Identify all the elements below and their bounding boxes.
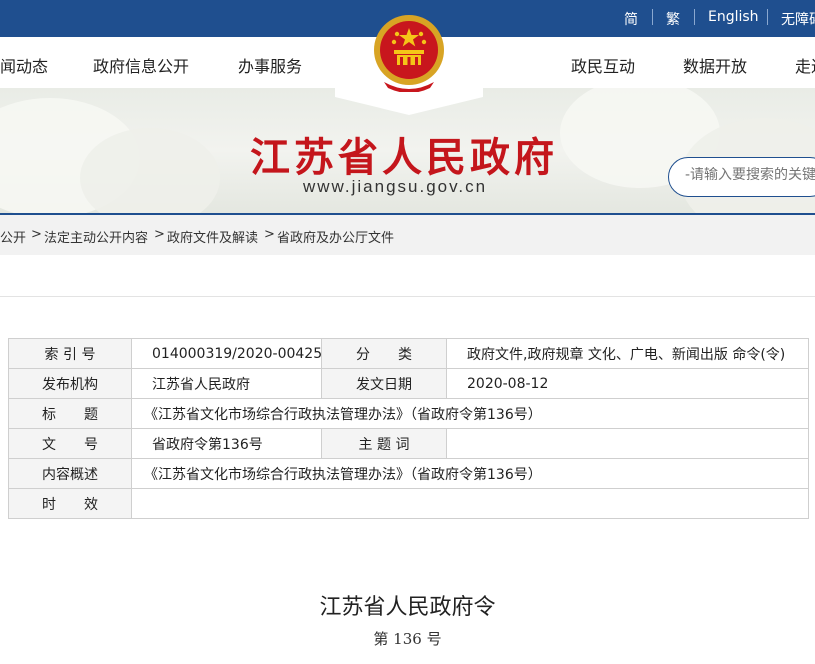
divider (652, 9, 653, 25)
divider (694, 9, 695, 25)
docno-value: 省政府令第136号 (131, 428, 322, 459)
nav-open-data[interactable]: 数据开放 (683, 53, 747, 77)
title-value: 《江苏省文化市场综合行政执法管理办法》（省政府令第136号） (131, 398, 809, 429)
nav-news[interactable]: 闻动态 (0, 53, 48, 77)
lang-simplified-link[interactable]: 简 (624, 9, 638, 29)
validity-value (131, 488, 809, 519)
publisher-value: 江苏省人民政府 (131, 368, 322, 399)
table-row: 索 引 号 014000319/2020-00425 分 类 政府文件,政府规章… (8, 338, 809, 369)
category-label: 分 类 (321, 338, 447, 369)
nav-interaction[interactable]: 政民互动 (571, 53, 635, 77)
search-input[interactable] (685, 167, 815, 183)
nav-gov-info[interactable]: 政府信息公开 (93, 53, 189, 77)
breadcrumb-item[interactable]: 法定主动公开内容 (44, 227, 148, 246)
search-box (668, 157, 815, 197)
national-emblem-icon (374, 15, 444, 92)
title-label: 标 题 (8, 398, 132, 429)
content-divider (0, 296, 815, 297)
site-title: 江苏省人民政府 (250, 134, 558, 181)
table-row: 标 题 《江苏省文化市场综合行政执法管理办法》（省政府令第136号） (8, 398, 809, 429)
summary-value: 《江苏省文化市场综合行政执法管理办法》（省政府令第136号） (131, 458, 809, 489)
document-heading: 江苏省人民政府令 (319, 595, 496, 620)
table-row: 时 效 (8, 488, 809, 519)
table-row: 发布机构 江苏省人民政府 发文日期 2020-08-12 (8, 368, 809, 399)
emblem-panel-point (335, 97, 483, 115)
accessibility-link[interactable]: 无障碍 (781, 9, 815, 29)
divider (767, 9, 768, 25)
breadcrumb-item[interactable]: 公开 (0, 227, 26, 246)
nav-more[interactable]: 走进 (795, 53, 815, 77)
site-url: www.jiangsu.gov.cn (303, 177, 488, 196)
table-row: 文 号 省政府令第136号 主 题 词 (8, 428, 809, 459)
nav-services[interactable]: 办事服务 (238, 53, 302, 77)
breadcrumb-separator: > (264, 227, 275, 242)
date-value: 2020-08-12 (446, 368, 809, 399)
docno-label: 文 号 (8, 428, 132, 459)
index-label: 索 引 号 (8, 338, 132, 369)
breadcrumb-separator: > (31, 227, 42, 242)
document-metadata-table: 索 引 号 014000319/2020-00425 分 类 政府文件,政府规章… (8, 338, 809, 519)
publisher-label: 发布机构 (8, 368, 132, 399)
index-value: 014000319/2020-00425 (131, 338, 322, 369)
validity-label: 时 效 (8, 488, 132, 519)
breadcrumb: 公开 > 法定主动公开内容 > 政府文件及解读 > 省政府及办公厅文件 (0, 215, 815, 255)
breadcrumb-item[interactable]: 政府文件及解读 (167, 227, 258, 246)
lang-traditional-link[interactable]: 繁 (666, 9, 680, 29)
breadcrumb-separator: > (154, 227, 165, 242)
document-number: 第 136 号 (373, 630, 442, 648)
date-label: 发文日期 (321, 368, 447, 399)
subject-label: 主 题 词 (321, 428, 447, 459)
subject-value (446, 428, 809, 459)
decorative-flower (80, 128, 220, 213)
breadcrumb-item[interactable]: 省政府及办公厅文件 (277, 227, 394, 246)
lang-english-link[interactable]: English (708, 9, 759, 25)
category-value: 政府文件,政府规章 文化、广电、新闻出版 命令(令) (446, 338, 809, 369)
table-row: 内容概述 《江苏省文化市场综合行政执法管理办法》（省政府令第136号） (8, 458, 809, 489)
summary-label: 内容概述 (8, 458, 132, 489)
